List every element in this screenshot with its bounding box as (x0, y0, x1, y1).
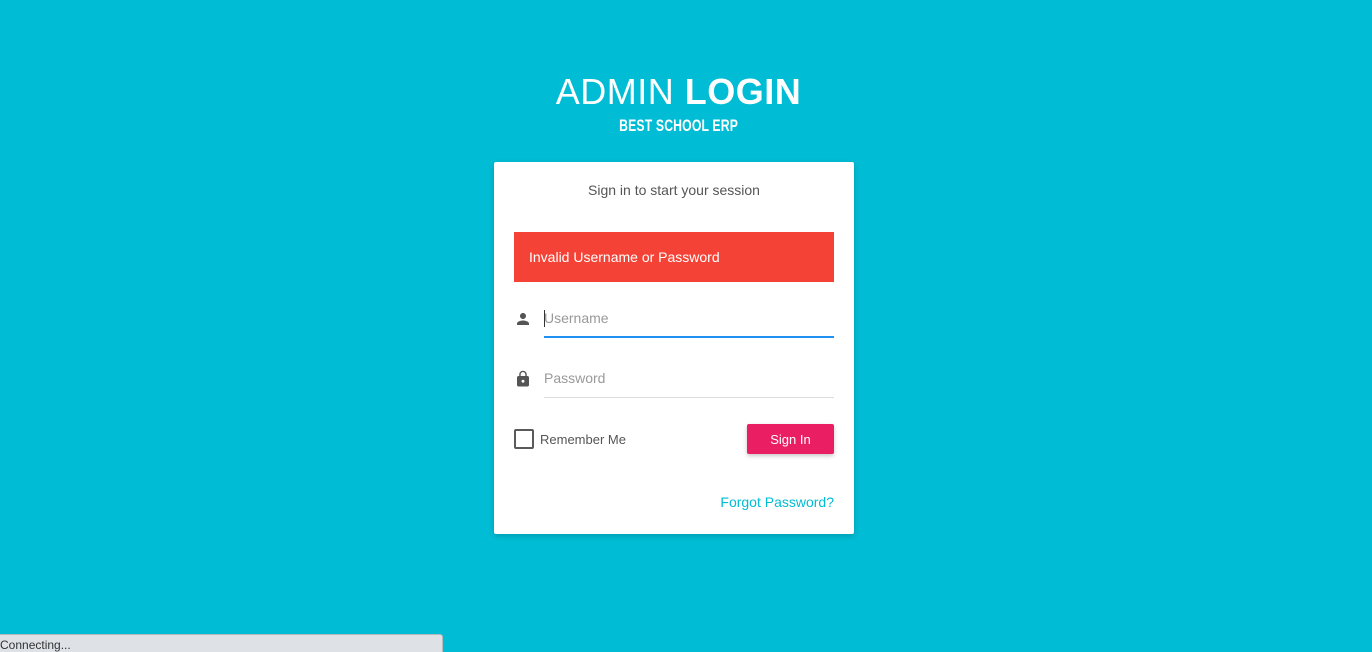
lock-icon (514, 370, 532, 388)
status-text: Connecting... (0, 638, 71, 652)
forgot-password-link[interactable]: Forgot Password? (720, 494, 834, 510)
brand-header: ADMIN LOGIN BEST SCHOOL ERP (0, 70, 1357, 136)
person-icon (514, 310, 532, 328)
error-alert: Invalid Username or Password (514, 232, 834, 282)
page-title: ADMIN LOGIN (0, 70, 1357, 114)
browser-status-bar: Connecting... (0, 634, 443, 652)
login-card: Sign in to start your session Invalid Us… (494, 162, 854, 534)
remember-label: Remember Me (540, 431, 626, 447)
text-cursor (544, 310, 545, 327)
password-input[interactable] (544, 362, 834, 394)
login-page: ADMIN LOGIN BEST SCHOOL ERP Sign in to s… (0, 0, 1372, 652)
username-input[interactable] (544, 302, 834, 334)
page-title-bold: LOGIN (684, 71, 802, 112)
username-underline (544, 336, 834, 338)
password-underline (544, 397, 834, 398)
sign-in-button[interactable]: Sign In (747, 424, 834, 454)
remember-me[interactable]: Remember Me (514, 429, 626, 449)
password-field (514, 362, 834, 398)
username-field (514, 302, 834, 338)
login-message: Sign in to start your session (588, 182, 760, 198)
remember-checkbox[interactable] (514, 429, 534, 449)
page-subtitle: BEST SCHOOL ERP (619, 116, 738, 135)
page-title-light: ADMIN (555, 71, 675, 112)
